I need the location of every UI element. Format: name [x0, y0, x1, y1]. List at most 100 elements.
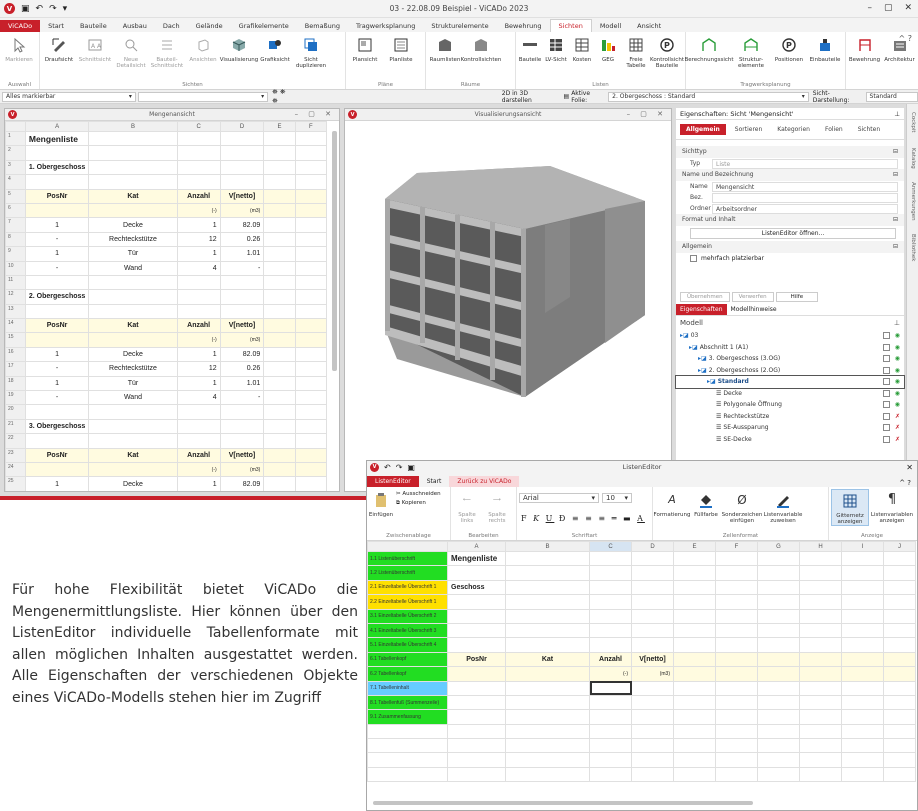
cell[interactable] — [757, 637, 800, 653]
cell[interactable] — [799, 579, 842, 596]
tab-kategorien[interactable]: Kategorien — [771, 124, 816, 135]
cell-a[interactable] — [24, 433, 90, 449]
geg-button[interactable]: GEG — [596, 34, 620, 69]
cell[interactable] — [715, 565, 758, 581]
table-row[interactable]: 2 — [5, 145, 328, 161]
cell-c[interactable]: (-) — [176, 461, 221, 478]
cell[interactable] — [589, 766, 632, 783]
view-style-dropdown[interactable]: Standard — [865, 91, 918, 102]
cell[interactable] — [673, 680, 716, 696]
cell-e[interactable] — [263, 274, 296, 291]
cell[interactable] — [883, 709, 916, 725]
cell[interactable] — [673, 608, 716, 624]
table-row[interactable]: 21 3. Obergeschoss — [5, 418, 328, 435]
cell-c[interactable]: Anzahl — [176, 188, 221, 204]
cell[interactable] — [505, 680, 590, 696]
tab-ansicht[interactable]: Ansicht — [629, 20, 669, 32]
tree-item[interactable]: ▸◪ Standard ◉ — [675, 375, 905, 389]
cell[interactable] — [715, 550, 758, 567]
cell-b[interactable] — [88, 174, 178, 190]
cell-c[interactable] — [176, 145, 221, 161]
cell[interactable] — [447, 709, 506, 725]
cell-a[interactable]: 1 — [24, 217, 90, 233]
visibility-checkbox[interactable] — [883, 435, 890, 443]
tree-item[interactable]: ▸◪ 2. Obergeschoss (2.OG) ◉ — [676, 365, 904, 377]
cell[interactable]: (m3) — [631, 666, 674, 682]
tab-dach[interactable]: Dach — [155, 20, 188, 32]
cell-f[interactable] — [294, 174, 328, 190]
cell-e[interactable] — [263, 433, 296, 449]
cell[interactable] — [673, 622, 716, 639]
table-row[interactable] — [367, 723, 916, 740]
window-controls[interactable]: – ▢ ✕ — [295, 110, 335, 118]
cell[interactable] — [673, 594, 716, 610]
close-icon[interactable]: ✕ — [906, 463, 913, 472]
cell[interactable] — [757, 608, 800, 624]
filter-buttons[interactable]: ⛯ ⛯ ⛯ — [272, 88, 292, 106]
eye-icon[interactable]: ◉ — [895, 344, 900, 351]
cell[interactable] — [841, 608, 884, 624]
dock-bibliothek[interactable]: Bibliothek — [910, 234, 916, 261]
tree-item[interactable]: ☰ Rechteckstütze ✗ — [676, 411, 904, 423]
cell[interactable] — [757, 694, 800, 711]
building-3d-view[interactable] — [345, 121, 671, 491]
cell-d[interactable] — [219, 433, 265, 449]
cell[interactable] — [799, 550, 842, 567]
cell-c[interactable] — [176, 174, 221, 190]
cell-a[interactable]: 3. Obergeschoss — [24, 418, 90, 435]
cell[interactable] — [841, 550, 884, 567]
cell[interactable] — [589, 608, 632, 624]
cell-e[interactable] — [263, 289, 296, 305]
cell[interactable] — [757, 738, 800, 754]
cell[interactable] — [673, 723, 716, 740]
cell[interactable] — [715, 579, 758, 596]
tab-bewehrung[interactable]: Bewehrung — [497, 20, 550, 32]
cell[interactable] — [799, 709, 842, 725]
cell[interactable] — [841, 723, 884, 740]
cell-f[interactable] — [294, 404, 328, 420]
cell-e[interactable] — [263, 202, 296, 219]
save-icon[interactable]: ▣ — [407, 463, 415, 472]
table-row[interactable]: 16 1 Decke 1 82.09 — [5, 346, 328, 363]
cell[interactable] — [589, 752, 632, 768]
column-header[interactable]: C — [589, 541, 632, 552]
cell-c[interactable] — [176, 433, 221, 449]
tab-start[interactable]: Start — [40, 20, 72, 32]
table-row[interactable]: 11 — [5, 274, 328, 291]
cell[interactable] — [505, 565, 590, 581]
markieren-button[interactable]: Markieren — [2, 34, 36, 63]
cell-a[interactable]: PosNr — [24, 447, 90, 463]
table-row[interactable]: 13 — [5, 303, 328, 320]
column-header[interactable]: F — [715, 541, 758, 552]
table-row[interactable]: 22 — [5, 433, 328, 449]
tab-vicado[interactable]: ViCADo — [0, 20, 41, 32]
sonderzeichen-button[interactable]: Ø Sonderzeichen einfügen — [722, 489, 763, 524]
save-icon[interactable]: ▣ — [21, 4, 30, 14]
cell-a[interactable]: - — [24, 361, 90, 377]
cell[interactable] — [505, 594, 590, 610]
visibility-checkbox[interactable] — [883, 332, 890, 340]
table-row[interactable]: 9 1 Tür 1 1.01 — [5, 246, 328, 262]
tree-item[interactable]: ☰ Polygonale Öffnung ◉ — [676, 399, 904, 411]
column-header[interactable]: F — [294, 121, 328, 132]
ansichten-button[interactable]: Ansichten — [186, 34, 220, 69]
minimize-icon[interactable]: – — [867, 3, 872, 13]
column-header[interactable]: A — [447, 541, 506, 552]
cell[interactable] — [799, 608, 842, 624]
cell-d[interactable]: - — [219, 260, 265, 276]
cell[interactable] — [841, 738, 884, 754]
cell[interactable] — [715, 723, 758, 740]
cell[interactable] — [505, 608, 590, 624]
table-row[interactable]: 17- Rechteckstütze 12 0.26 — [5, 361, 328, 377]
cell[interactable] — [447, 637, 506, 653]
column-header[interactable]: B — [88, 121, 178, 132]
visibility-checkbox[interactable] — [883, 366, 890, 374]
table-row[interactable]: 6 (-) (m3) — [5, 202, 328, 219]
column-header[interactable]: D — [219, 121, 265, 132]
cell[interactable] — [715, 637, 758, 653]
cell-e[interactable] — [263, 130, 296, 147]
dock-katalog[interactable]: Katalog — [910, 148, 916, 169]
cell[interactable] — [883, 651, 916, 668]
cell[interactable] — [841, 622, 884, 639]
cell-b[interactable]: Kat — [88, 447, 178, 463]
